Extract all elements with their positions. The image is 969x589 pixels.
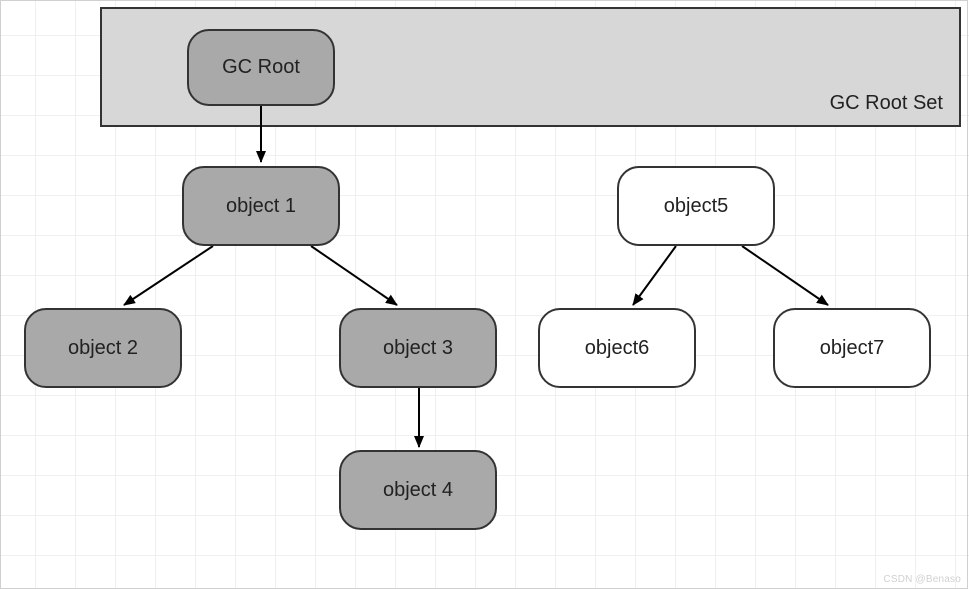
edge-object5-object7	[742, 246, 828, 305]
node-object-1: object 1	[182, 166, 340, 246]
node-object-3: object 3	[339, 308, 497, 388]
edge-object1-object3	[311, 246, 397, 305]
node-object-2: object 2	[24, 308, 182, 388]
node-label: object 1	[226, 195, 296, 218]
node-object-6: object6	[538, 308, 696, 388]
node-label: object 4	[383, 479, 453, 502]
node-label: GC Root	[222, 56, 300, 79]
edge-object5-object6	[633, 246, 676, 305]
diagram-canvas: GC Root Set GC Root object 1 object 2 ob…	[0, 0, 969, 589]
node-label: object 3	[383, 337, 453, 360]
edge-object1-object2	[124, 246, 213, 305]
node-gc-root: GC Root	[187, 29, 335, 106]
watermark: CSDN @Benaso	[883, 574, 961, 585]
node-object-7: object7	[773, 308, 931, 388]
node-label: object5	[664, 195, 729, 218]
node-label: object6	[585, 337, 650, 360]
node-object-4: object 4	[339, 450, 497, 530]
node-label: object7	[820, 337, 885, 360]
node-label: object 2	[68, 337, 138, 360]
gc-root-set-label: GC Root Set	[830, 92, 943, 115]
node-object-5: object5	[617, 166, 775, 246]
